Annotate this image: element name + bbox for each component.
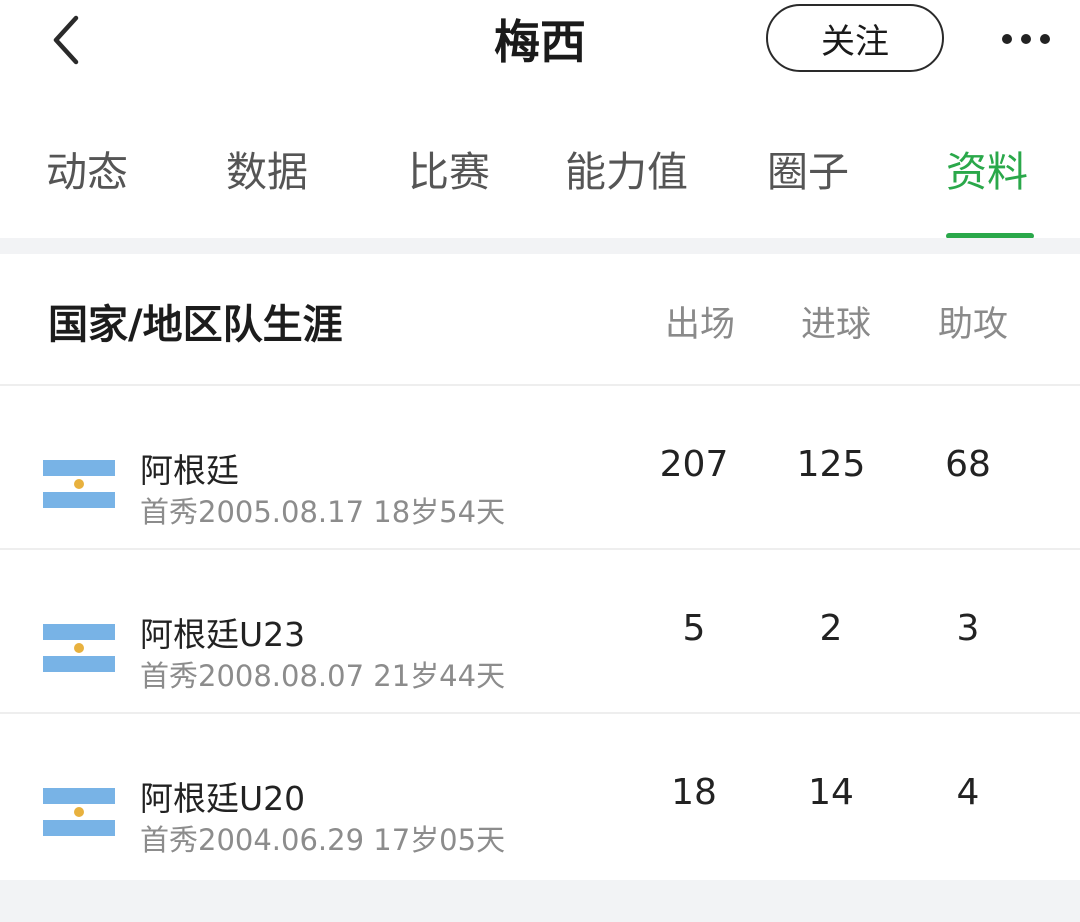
- stat-goals: 2: [819, 608, 843, 649]
- column-header-apps: 出场: [664, 305, 735, 345]
- section-title: 国家/地区队生涯: [48, 302, 343, 348]
- tab-circle[interactable]: 圈子: [767, 144, 849, 200]
- career-row[interactable]: 阿根廷 首秀2005.08.17 18岁54天 207 125 68: [0, 386, 1080, 550]
- tab-matches[interactable]: 比赛: [408, 144, 490, 200]
- stat-assists: 68: [945, 444, 991, 485]
- debut-info: 首秀2005.08.17 18岁54天: [140, 495, 506, 529]
- career-header: 国家/地区队生涯 出场 进球 助攻: [0, 254, 1080, 384]
- top-bar: 梅西 关注: [0, 0, 1080, 90]
- career-row[interactable]: 阿根廷U23 首秀2008.08.07 21岁44天 5 2 3: [0, 550, 1080, 714]
- tab-dynamics[interactable]: 动态: [46, 144, 128, 200]
- more-horizontal-icon: [1002, 34, 1012, 44]
- player-profile-page: 梅西 关注 动态 数据 比赛 能力值 圈子 资料 国家/地区队生涯 出场 进球 …: [0, 0, 1080, 922]
- stat-apps: 18: [671, 772, 717, 813]
- team-name: 阿根廷U20: [140, 779, 306, 818]
- tab-profile[interactable]: 资料: [946, 144, 1028, 200]
- stat-assists: 3: [956, 608, 980, 649]
- team-name: 阿根廷U23: [140, 615, 306, 654]
- back-button[interactable]: [38, 8, 94, 72]
- tab-stats[interactable]: 数据: [226, 144, 308, 200]
- debut-info: 首秀2004.06.29 17岁05天: [140, 823, 506, 857]
- column-header-goals: 进球: [800, 305, 871, 345]
- career-row[interactable]: 阿根廷U20 首秀2004.06.29 17岁05天 18 14 4: [0, 714, 1080, 878]
- tab-bar: 动态 数据 比赛 能力值 圈子 资料: [0, 120, 1080, 239]
- stat-goals: 14: [808, 772, 854, 813]
- stat-apps: 207: [659, 444, 729, 485]
- follow-button[interactable]: 关注: [766, 4, 944, 72]
- argentina-flag-icon: [43, 460, 115, 508]
- team-name: 阿根廷: [140, 451, 239, 490]
- more-button[interactable]: [986, 14, 1066, 64]
- bottom-separator: [0, 880, 1080, 922]
- chevron-left-icon: [53, 15, 79, 65]
- stat-apps: 5: [682, 608, 706, 649]
- debut-info: 首秀2008.08.07 21岁44天: [140, 659, 506, 693]
- stat-goals: 125: [796, 444, 866, 485]
- argentina-flag-icon: [43, 788, 115, 836]
- section-separator: [0, 238, 1080, 254]
- column-header-assists: 助攻: [937, 305, 1008, 345]
- tab-ability[interactable]: 能力值: [565, 144, 688, 200]
- argentina-flag-icon: [43, 624, 115, 672]
- stat-assists: 4: [956, 772, 980, 813]
